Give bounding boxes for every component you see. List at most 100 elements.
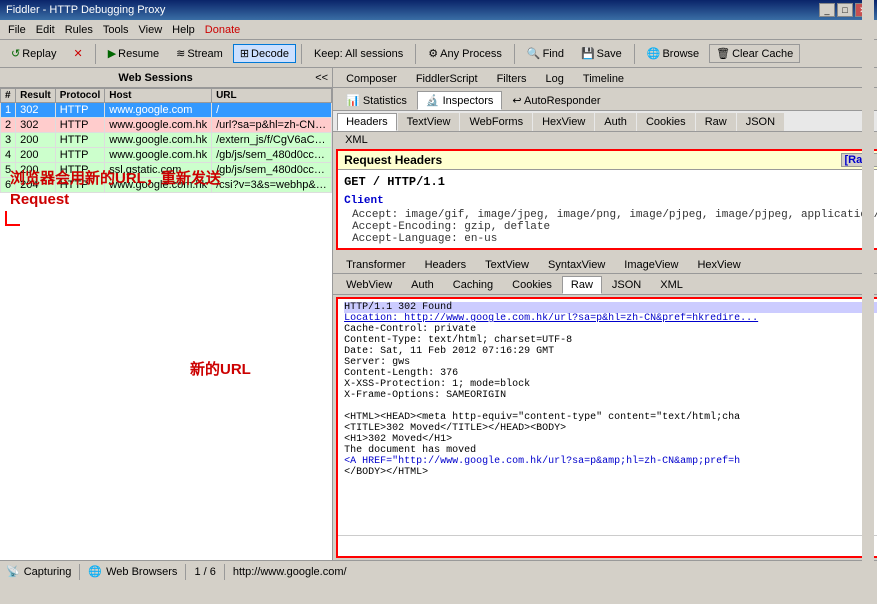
col-protocol: Protocol — [55, 89, 105, 103]
table-row[interactable]: 2 302 HTTP www.google.com.hk /url?sa=p&h… — [1, 118, 332, 133]
tab-raw[interactable]: Raw — [696, 113, 736, 131]
table-row[interactable]: 3 200 HTTP www.google.com.hk /extern_js/… — [1, 133, 332, 148]
collapse-button[interactable]: << — [311, 72, 332, 84]
any-process-button[interactable]: ⚙ Any Process — [421, 44, 509, 63]
save-button[interactable]: 💾 Save — [574, 44, 629, 63]
tab-fiddlerscript[interactable]: FiddlerScript — [407, 70, 487, 87]
sessions-scroll[interactable]: # Result Protocol Host URL 1 302 HTTP ww — [0, 88, 332, 560]
status-sep-1 — [79, 564, 80, 580]
tab-textview-resp[interactable]: TextView — [476, 256, 538, 273]
tab-autoresponder[interactable]: ↩ AutoResponder — [503, 91, 609, 110]
response-line-3: Cache-Control: private — [344, 324, 877, 335]
browser-label: Web Browsers — [106, 566, 177, 578]
req-accept: Accept: image/gif, image/jpeg, image/png… — [352, 209, 877, 221]
statistics-icon: 📊 — [346, 95, 360, 107]
tab-auth[interactable]: Auth — [595, 113, 636, 131]
top-tab-bar-2: 📊 Statistics 🔬 Inspectors ↩ AutoResponde… — [333, 89, 877, 111]
status-url: http://www.google.com/ — [233, 566, 347, 578]
browser-icon: 🌐 — [88, 565, 102, 578]
tab-cookies-resp[interactable]: Cookies — [503, 276, 561, 294]
response-line-4: Content-Type: text/html; charset=UTF-8 — [344, 335, 877, 346]
response-tab-bar-1: Transformer Headers TextView SyntaxView … — [333, 254, 877, 274]
browser-status: 🌐 Web Browsers — [88, 565, 177, 578]
sessions-table: # Result Protocol Host URL 1 302 HTTP ww — [0, 88, 332, 193]
menu-tools[interactable]: Tools — [99, 23, 133, 37]
menu-bar: File Edit Rules Tools View Help Donate — [0, 20, 877, 40]
table-row[interactable]: 5 200 HTTP ssl.gstatic.com /gb/js/sem_48… — [1, 163, 332, 178]
tab-xml-resp[interactable]: XML — [651, 276, 692, 294]
stream-button[interactable]: ≋ Stream — [169, 44, 230, 63]
req-method-line: GET / HTTP/1.1 — [344, 173, 877, 191]
table-row[interactable]: 4 200 HTTP www.google.com.hk /gb/js/sem_… — [1, 148, 332, 163]
resume-button[interactable]: ▶ Resume — [101, 44, 166, 63]
any-process-icon: ⚙ — [428, 47, 438, 60]
inspector-tab-bar: Headers TextView WebForms HexView Auth C… — [333, 111, 877, 132]
req-section-client: Client — [344, 195, 877, 207]
maximize-button[interactable]: □ — [837, 3, 853, 17]
capturing-label: Capturing — [24, 566, 72, 578]
replay-button[interactable]: Replay — [4, 44, 63, 63]
tab-xml[interactable]: XML — [336, 132, 377, 147]
tab-transformer[interactable]: Transformer — [337, 256, 415, 273]
tab-webview[interactable]: WebView — [337, 276, 401, 294]
decode-button[interactable]: ⊞ Decode — [233, 44, 296, 63]
browse-button[interactable]: 🌐 Browse — [640, 44, 706, 63]
tab-webforms[interactable]: WebForms — [460, 113, 532, 131]
tab-inspectors[interactable]: 🔬 Inspectors — [417, 91, 503, 110]
req-accept-language: Accept-Language: en-us — [352, 233, 877, 245]
tab-raw-resp[interactable]: Raw — [562, 276, 602, 294]
response-line-14: The document has moved — [344, 445, 877, 456]
browse-icon: 🌐 — [647, 47, 661, 60]
tab-hexview-resp[interactable]: HexView — [688, 256, 749, 273]
tab-headers-resp[interactable]: Headers — [416, 256, 476, 273]
menu-file[interactable]: File — [4, 23, 30, 37]
left-panel: Web Sessions << # Result Protocol Host U… — [0, 68, 333, 560]
tab-timeline[interactable]: Timeline — [574, 70, 633, 87]
tab-headers[interactable]: Headers — [337, 113, 397, 131]
keep-sessions-button[interactable]: Keep: All sessions — [307, 45, 410, 63]
menu-help[interactable]: Help — [168, 23, 199, 37]
tab-textview[interactable]: TextView — [398, 113, 460, 131]
tab-json[interactable]: JSON — [737, 113, 784, 131]
menu-view[interactable]: View — [135, 23, 167, 37]
notepad-btn-row: View in Notepad — [338, 535, 877, 556]
tab-log[interactable]: Log — [537, 70, 573, 87]
menu-rules[interactable]: Rules — [61, 23, 97, 37]
col-result: Result — [16, 89, 56, 103]
find-button[interactable]: 🔍 Find — [520, 44, 571, 63]
response-line-2: Location: http://www.google.com.hk/url?s… — [344, 313, 877, 324]
menu-donate[interactable]: Donate — [201, 23, 244, 37]
tab-caching[interactable]: Caching — [444, 276, 502, 294]
response-line-16: </BODY></HTML> — [344, 467, 877, 478]
minimize-button[interactable]: _ — [819, 3, 835, 17]
clear-cache-button[interactable]: 🗑 Clear Cache — [709, 44, 800, 63]
panel-header: Web Sessions << — [0, 68, 332, 88]
request-header-title: Request Headers [Raw] [Header Definition… — [338, 151, 877, 170]
col-url: URL — [212, 89, 332, 103]
x-icon: ✕ — [73, 47, 82, 60]
tab-syntaxview[interactable]: SyntaxView — [539, 256, 614, 273]
response-line-8: X-XSS-Protection: 1; mode=block — [344, 379, 877, 390]
tab-cookies[interactable]: Cookies — [637, 113, 695, 131]
title-bar-text: Fiddler - HTTP Debugging Proxy — [6, 4, 165, 16]
response-text[interactable]: HTTP/1.1 302 Found Location: http://www.… — [338, 299, 877, 535]
table-row[interactable]: 1 302 HTTP www.google.com / — [1, 103, 332, 118]
remove-button[interactable]: ✕ — [66, 44, 89, 63]
menu-edit[interactable]: Edit — [32, 23, 59, 37]
main-content: Web Sessions << # Result Protocol Host U… — [0, 68, 877, 560]
response-line-6: Server: gws — [344, 357, 877, 368]
capture-icon: 📡 — [6, 565, 20, 578]
table-row[interactable]: 6 204 HTTP www.google.com.hk /csi?v=3&s=… — [1, 178, 332, 193]
request-headers-panel: Request Headers [Raw] [Header Definition… — [336, 149, 877, 250]
tab-filters[interactable]: Filters — [488, 70, 536, 87]
response-line-15: <A HREF="http://www.google.com.hk/url?sa… — [344, 456, 877, 467]
tab-composer[interactable]: Composer — [337, 70, 406, 87]
resume-icon: ▶ — [108, 47, 116, 60]
find-icon: 🔍 — [527, 47, 541, 60]
tab-hexview[interactable]: HexView — [533, 113, 594, 131]
response-line-9: X-Frame-Options: SAMEORIGIN — [344, 390, 877, 401]
tab-statistics[interactable]: 📊 Statistics — [337, 91, 416, 110]
tab-json-resp[interactable]: JSON — [603, 276, 650, 294]
tab-auth-resp[interactable]: Auth — [402, 276, 443, 294]
tab-imageview[interactable]: ImageView — [615, 256, 687, 273]
